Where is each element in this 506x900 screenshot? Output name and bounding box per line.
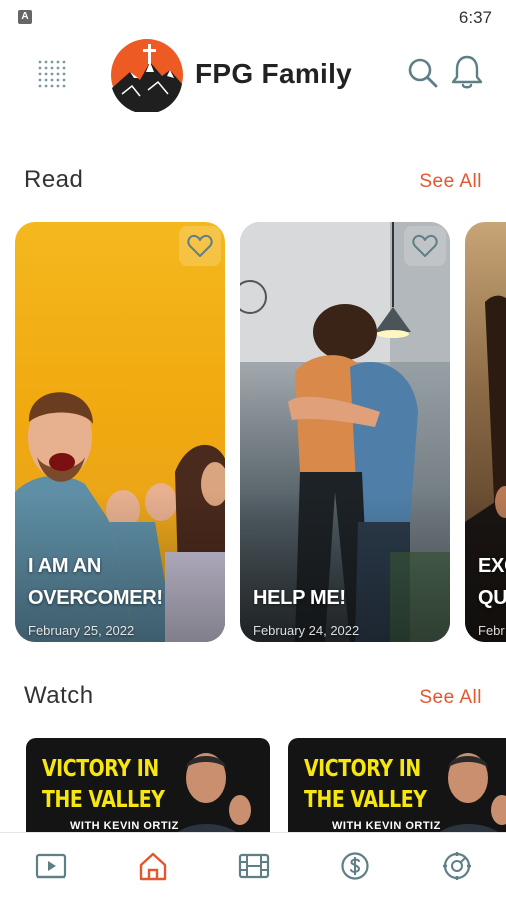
app-header: FPG Family xyxy=(0,36,506,112)
card-date: Febr xyxy=(478,623,505,638)
read-card[interactable]: EXC QU Febr xyxy=(465,222,506,642)
card-gradient-overlay xyxy=(240,492,450,642)
home-icon xyxy=(139,852,167,881)
video-card[interactable]: VICTORY IN THE VALLEY WITH KEVIN ORTIZ xyxy=(26,738,270,834)
status-time: 6:37 xyxy=(458,8,492,27)
video-subtitle: WITH KEVIN ORTIZ xyxy=(332,820,441,832)
grid-menu-icon[interactable] xyxy=(36,58,68,90)
card-title: HELP ME! xyxy=(253,587,346,609)
card-date: February 25, 2022 xyxy=(28,623,135,638)
nav-give[interactable] xyxy=(339,851,371,881)
read-section-title: Read xyxy=(24,166,84,193)
bell-icon[interactable] xyxy=(450,54,484,90)
video-title: VICTORY IN THE VALLEY xyxy=(42,756,165,813)
status-bar: A 6:37 xyxy=(0,0,506,34)
status-indicator-icon: A xyxy=(18,10,32,24)
favorite-button[interactable] xyxy=(179,226,221,266)
card-title: I AM AN OVERCOMER! xyxy=(28,555,163,609)
heart-icon xyxy=(412,234,438,257)
video-subtitle: WITH KEVIN ORTIZ xyxy=(70,820,179,832)
read-see-all-link[interactable]: See All xyxy=(419,171,482,193)
fpg-logo xyxy=(111,39,183,112)
bottom-navigation xyxy=(0,832,506,900)
read-carousel: I AM AN OVERCOMER! February 25, 2022 HEL… xyxy=(0,222,506,642)
card-title: EXC QU xyxy=(478,555,506,609)
video-play-icon xyxy=(35,853,67,879)
nav-home[interactable] xyxy=(137,851,169,881)
heart-icon xyxy=(187,234,213,257)
film-icon xyxy=(238,853,270,879)
video-title: VICTORY IN THE VALLEY xyxy=(304,756,427,813)
settings-icon xyxy=(443,852,471,880)
read-card[interactable]: HELP ME! February 24, 2022 xyxy=(240,222,450,642)
app-screen: A 6:37 FPG Family Read See All I AM AN O… xyxy=(0,0,506,900)
nav-settings[interactable] xyxy=(441,851,473,881)
watch-see-all-link[interactable]: See All xyxy=(419,687,482,709)
watch-section-title: Watch xyxy=(24,682,94,709)
favorite-button[interactable] xyxy=(404,226,446,266)
dollar-icon xyxy=(341,852,369,880)
read-card[interactable]: I AM AN OVERCOMER! February 25, 2022 xyxy=(15,222,225,642)
search-icon[interactable] xyxy=(406,56,440,90)
video-card[interactable]: VICTORY IN THE VALLEY WITH KEVIN ORTIZ xyxy=(288,738,506,834)
watch-carousel: VICTORY IN THE VALLEY WITH KEVIN ORTIZ V… xyxy=(0,738,506,834)
nav-films[interactable] xyxy=(238,851,270,881)
app-name: FPG Family xyxy=(195,58,353,89)
card-date: February 24, 2022 xyxy=(253,623,360,638)
nav-video[interactable] xyxy=(35,851,67,881)
